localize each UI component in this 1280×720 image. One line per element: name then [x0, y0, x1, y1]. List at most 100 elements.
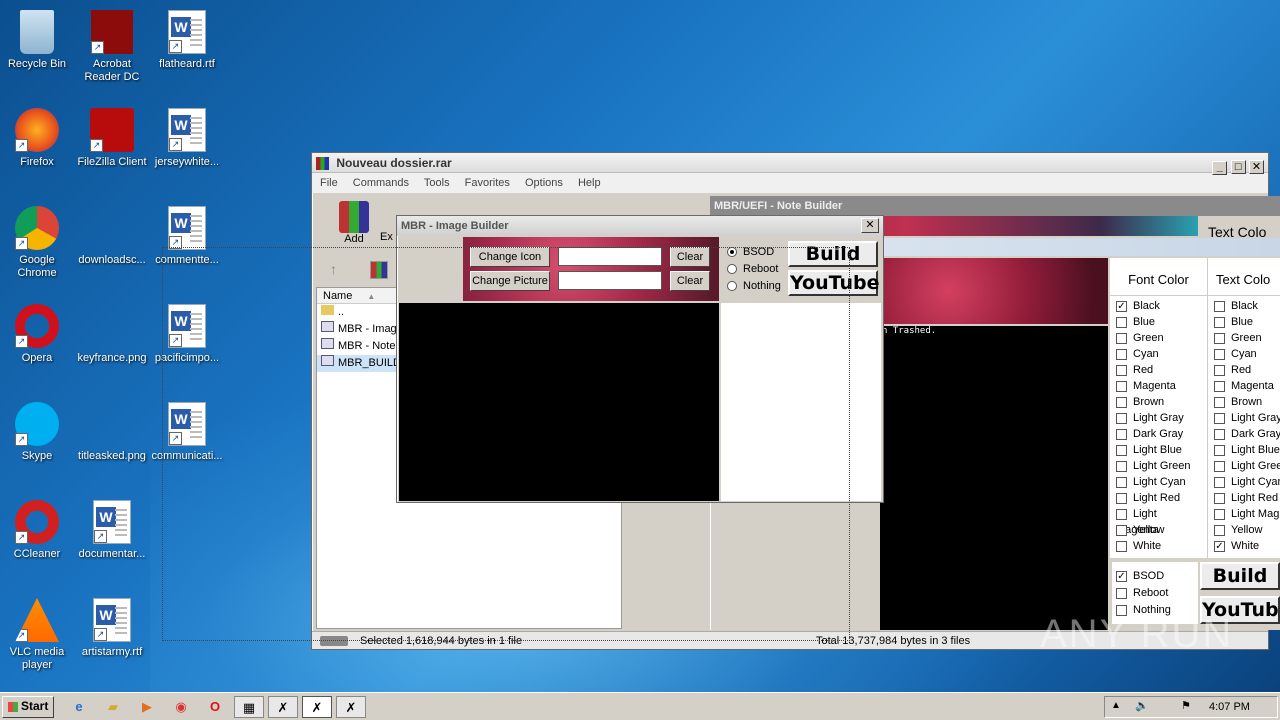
up-arrow-icon[interactable]: ↑	[330, 261, 337, 277]
maximize-button[interactable]: □	[1230, 160, 1246, 174]
image-builder-close-button[interactable]: ✕	[861, 218, 879, 233]
font-color-option[interactable]: Blue	[1116, 314, 1201, 330]
font-color-checkbox[interactable]	[1116, 380, 1127, 392]
font-color-checkbox[interactable]	[1116, 428, 1127, 440]
desktop-icon-recycle-bin[interactable]: Recycle Bin	[0, 10, 74, 71]
text-color-checkbox[interactable]	[1214, 380, 1225, 392]
text-color-option[interactable]: Brown	[1214, 394, 1274, 410]
font-color-checkbox[interactable]	[1116, 412, 1127, 424]
font-color-option[interactable]: ✓ Black	[1116, 298, 1201, 314]
change-icon-button[interactable]: Change Icon	[470, 247, 550, 267]
image-build-button[interactable]: Build	[788, 241, 878, 267]
font-color-checkbox[interactable]	[1116, 316, 1127, 328]
text-color-option[interactable]: Green	[1214, 330, 1274, 346]
font-color-option[interactable]: Magenta	[1116, 378, 1201, 394]
tray-arrow-icon[interactable]: ▲	[1111, 700, 1121, 711]
text-color-option[interactable]: Red	[1214, 362, 1274, 378]
clear-picture-button[interactable]: Clear	[670, 271, 710, 291]
desktop-icon-filezilla[interactable]: ↗ FileZilla Client	[75, 108, 149, 169]
font-color-option[interactable]: Light Blue	[1116, 442, 1201, 458]
picture-path-input[interactable]	[558, 271, 662, 290]
font-color-checkbox[interactable]	[1116, 364, 1127, 376]
font-color-checkbox[interactable]	[1116, 540, 1127, 552]
text-color-option[interactable]: Black	[1214, 298, 1274, 314]
text-color-option[interactable]: Light Blue	[1214, 442, 1280, 458]
desktop-icon-downloadsc[interactable]: downloadsc...	[75, 206, 149, 267]
close-button[interactable]: ✕	[1249, 160, 1264, 174]
app-task-icon-1[interactable]: ✗	[268, 696, 298, 718]
tray-volume-icon[interactable]: 🔈	[1135, 699, 1149, 712]
text-color-option[interactable]: Light Gray	[1214, 410, 1280, 426]
font-color-option[interactable]: Light Red	[1116, 490, 1201, 506]
text-color-checkbox[interactable]	[1214, 524, 1225, 536]
change-picture-button[interactable]: Change Picture	[470, 271, 550, 291]
bsod-checkbox[interactable]: ✓	[1116, 570, 1127, 582]
app-task-icon-2[interactable]: ✗	[302, 696, 332, 718]
winrar-task-icon[interactable]: ▦	[234, 696, 264, 718]
text-color-option[interactable]: Dark Gray	[1214, 426, 1280, 442]
text-color-checkbox[interactable]	[1214, 476, 1225, 488]
font-color-option[interactable]: Yellow	[1116, 522, 1201, 538]
font-color-checkbox[interactable]	[1116, 508, 1127, 520]
desktop-icon-jerseywhite[interactable]: W ↗ jerseywhite...	[150, 108, 224, 169]
desktop-icon-keyfrance-png[interactable]: keyfrance.png	[75, 304, 149, 365]
text-color-option[interactable]: Light Cyan	[1214, 474, 1280, 490]
start-button[interactable]: Start	[2, 696, 54, 718]
opera-icon[interactable]: O	[200, 696, 230, 718]
font-color-option[interactable]: Green	[1116, 330, 1201, 346]
nothing-radio[interactable]	[727, 281, 737, 292]
desktop-icon-communicati[interactable]: W ↗ communicati...	[150, 402, 224, 463]
menu-favorites[interactable]: Favorites	[465, 177, 510, 189]
font-color-option[interactable]: Cyan	[1116, 346, 1201, 362]
menu-help[interactable]: Help	[578, 177, 601, 189]
option-reboot[interactable]: Reboot	[727, 261, 781, 278]
text-color-checkbox[interactable]	[1214, 300, 1225, 312]
font-color-option[interactable]: Light Magenta	[1116, 506, 1201, 536]
text-color-checkbox[interactable]	[1214, 364, 1225, 376]
clear-icon-button[interactable]: Clear	[670, 247, 710, 267]
desktop-icon-skype[interactable]: ↗ Skype	[0, 402, 74, 463]
text-color-option[interactable]: Magenta	[1214, 378, 1274, 394]
text-color-checkbox[interactable]	[1214, 332, 1225, 344]
desktop-icon-artistarmy-rtf[interactable]: W ↗ artistarmy.rtf	[75, 598, 149, 659]
desktop-icon-acrobat-reader[interactable]: ↗ Acrobat Reader DC	[75, 10, 149, 84]
desktop-icon-firefox[interactable]: ↗ Firefox	[0, 108, 74, 169]
text-color-option[interactable]: ✓ White	[1214, 538, 1274, 554]
text-color-checkbox[interactable]	[1214, 316, 1225, 328]
add-button[interactable]: Add	[336, 201, 372, 245]
tray-flag-icon[interactable]: ⚑	[1181, 699, 1191, 712]
menu-tools[interactable]: Tools	[424, 177, 450, 189]
font-color-checkbox[interactable]: ✓	[1116, 300, 1127, 312]
desktop-icon-opera[interactable]: ↗ Opera	[0, 304, 74, 365]
app-task-icon-3[interactable]: ✗	[336, 696, 366, 718]
bsod-radio[interactable]	[727, 247, 737, 258]
text-color-option[interactable]: Yellow	[1214, 522, 1274, 538]
font-color-option[interactable]: Light Gray	[1116, 410, 1201, 426]
text-color-option[interactable]: Cyan	[1214, 346, 1274, 362]
desktop-icon-pacificimpo[interactable]: W ↗ pacificimpo...	[150, 304, 224, 365]
icon-path-input[interactable]	[558, 247, 662, 266]
menu-commands[interactable]: Commands	[353, 177, 409, 189]
desktop-icon-flatheard-rtf[interactable]: W ↗ flatheard.rtf	[150, 10, 224, 71]
font-color-checkbox[interactable]	[1116, 348, 1127, 360]
font-color-option[interactable]: White	[1116, 538, 1201, 554]
reboot-radio[interactable]	[727, 264, 737, 275]
text-color-checkbox[interactable]: ✓	[1214, 540, 1225, 552]
text-color-option[interactable]: Light Mag	[1214, 506, 1279, 522]
option-nothing[interactable]: Nothing	[727, 278, 781, 295]
font-color-option[interactable]: Light Cyan	[1116, 474, 1201, 490]
option-bsod[interactable]: ✓ BSOD	[1116, 568, 1194, 585]
desktop-icon-ccleaner[interactable]: ↗ CCleaner	[0, 500, 74, 561]
text-color-checkbox[interactable]	[1214, 492, 1225, 504]
text-color-checkbox[interactable]	[1214, 460, 1225, 472]
ie-icon[interactable]: e	[64, 696, 94, 718]
font-color-checkbox[interactable]	[1116, 460, 1127, 472]
menu-options[interactable]: Options	[525, 177, 563, 189]
text-color-checkbox[interactable]	[1214, 348, 1225, 360]
text-color-option[interactable]: Light Gree	[1214, 458, 1280, 474]
winrar-titlebar[interactable]: Nouveau dossier.rar _ □ ✕	[312, 153, 1268, 175]
image-builder-titlebar[interactable]: MBR - Image Builder ✕	[397, 216, 883, 236]
text-color-option[interactable]: Blue	[1214, 314, 1274, 330]
minimize-button[interactable]: _	[1212, 161, 1228, 175]
tray-clock[interactable]: 4:07 PM	[1209, 701, 1250, 713]
